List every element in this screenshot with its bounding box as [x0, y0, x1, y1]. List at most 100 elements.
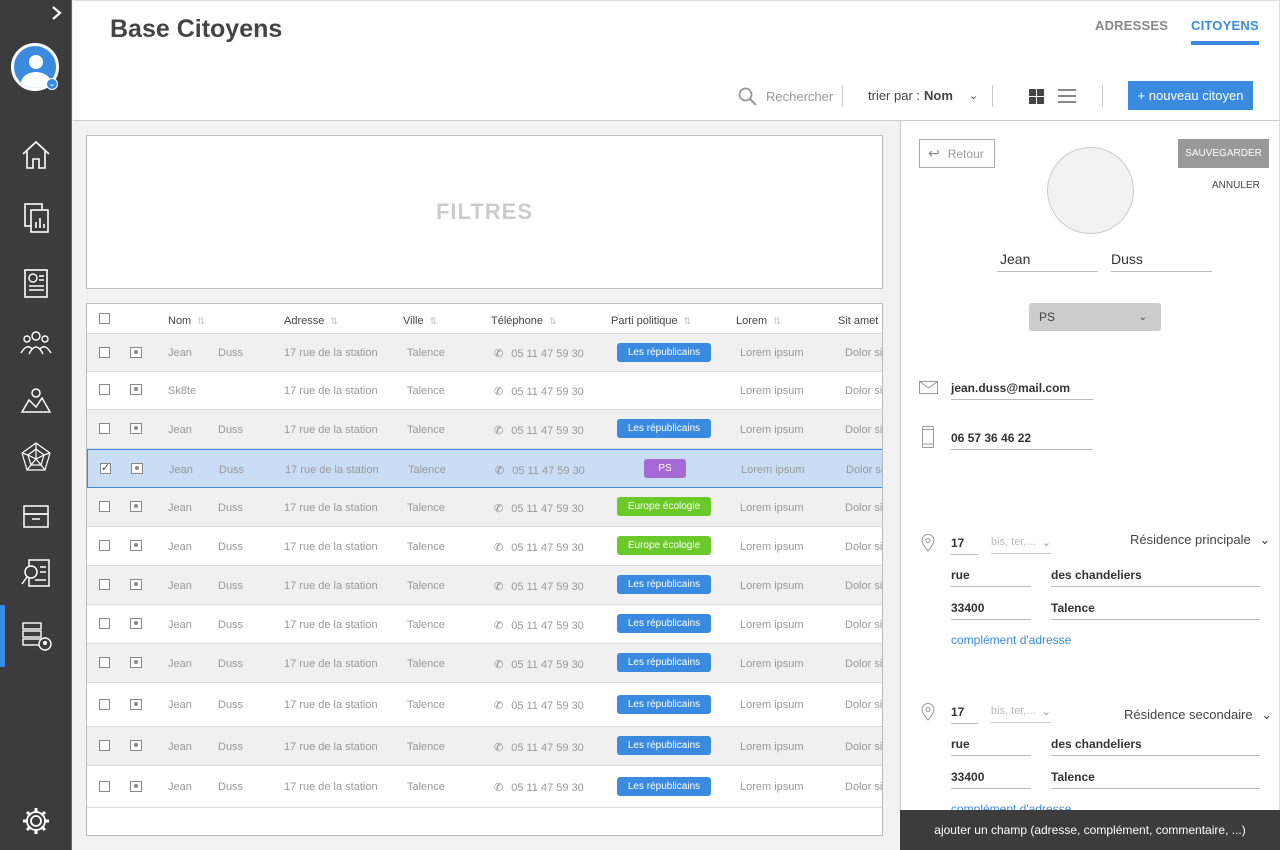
- address-suffix-select[interactable]: bis, ter,... ⌄: [991, 705, 1051, 723]
- select-all-checkbox[interactable]: [99, 313, 110, 324]
- table-row[interactable]: Jean Duss 17 rue de la station Talence ✆05 1…: [87, 683, 882, 727]
- document-chart-icon[interactable]: [0, 258, 71, 308]
- row-checkbox[interactable]: [99, 579, 110, 590]
- search-document-icon[interactable]: [0, 548, 71, 598]
- row-checkbox[interactable]: [99, 501, 110, 512]
- contact-card-icon[interactable]: [130, 740, 142, 751]
- cell-phone[interactable]: ✆ 05 11 47 59 30: [494, 699, 584, 712]
- first-name-field[interactable]: Jean: [997, 251, 1098, 272]
- contact-card-icon[interactable]: [130, 698, 142, 710]
- table-row[interactable]: Jean Duss 17 rue de la station Talence ✆05 1…: [87, 727, 882, 766]
- city-field[interactable]: Talence: [1051, 601, 1260, 620]
- last-name-field[interactable]: Duss: [1111, 251, 1212, 272]
- cell-phone[interactable]: ✆ 05 11 47 59 30: [495, 464, 585, 477]
- tab-citoyens[interactable]: CITOYENS: [1191, 18, 1259, 45]
- list-view-icon[interactable]: [1058, 89, 1076, 104]
- back-button[interactable]: ↩ Retour: [919, 139, 995, 168]
- city-field[interactable]: Talence: [1051, 770, 1260, 789]
- citizens-database-icon[interactable]: [0, 605, 71, 667]
- cell-phone[interactable]: ✆ 05 11 47 59 30: [494, 347, 584, 360]
- reports-icon[interactable]: [0, 192, 71, 242]
- map-icon[interactable]: [0, 375, 71, 425]
- expand-sidebar-icon[interactable]: [50, 5, 66, 25]
- table-row[interactable]: Jean Duss 17 rue de la station Talence ✆05 1…: [87, 566, 882, 605]
- search-input[interactable]: Rechercher: [738, 87, 833, 106]
- contact-card-icon[interactable]: [130, 501, 142, 512]
- save-button[interactable]: SAUVEGARDER: [1178, 139, 1269, 168]
- column-header-lorem[interactable]: Lorem ⇅: [736, 315, 781, 327]
- cell-phone[interactable]: ✆ 05 11 47 59 30: [494, 541, 584, 554]
- table-row[interactable]: Jean Duss 17 rue de la station Talence ✆05 1…: [87, 766, 882, 808]
- archive-icon[interactable]: [0, 490, 71, 540]
- column-header-sit-amet[interactable]: Sit amet: [838, 315, 878, 327]
- add-field-button[interactable]: ajouter un champ (adresse, complément, c…: [900, 810, 1280, 850]
- contact-card-icon[interactable]: [130, 346, 142, 358]
- grid-view-icon[interactable]: [1029, 89, 1044, 104]
- row-checkbox[interactable]: [99, 384, 110, 395]
- contact-card-icon[interactable]: [130, 618, 142, 629]
- column-header-nom[interactable]: Nom ⇅: [168, 315, 205, 327]
- residence-type-select[interactable]: Résidence principale ⌄: [1130, 532, 1270, 548]
- cell-phone[interactable]: ✆ 05 11 47 59 30: [494, 502, 584, 515]
- email-field[interactable]: jean.duss@mail.com: [951, 381, 1093, 400]
- row-checkbox[interactable]: [99, 346, 110, 358]
- network-icon[interactable]: [0, 432, 71, 482]
- cancel-button[interactable]: ANNULER: [1212, 180, 1260, 191]
- table-row[interactable]: Jean Duss 17 rue de la station Talence ✆05 1…: [87, 605, 882, 644]
- row-checkbox[interactable]: [99, 618, 110, 629]
- table-row[interactable]: Sk8te 17 rue de la station Talence ✆ 05 11 4…: [87, 371, 882, 410]
- cell-phone[interactable]: ✆ 05 11 47 59 30: [494, 619, 584, 632]
- table-row[interactable]: Jean Duss 17 rue de la station Talence ✆05 1…: [87, 334, 882, 372]
- address-number-field[interactable]: 17: [951, 536, 978, 555]
- party-select[interactable]: PS ⌄: [1029, 303, 1161, 331]
- citizen-photo[interactable]: [1047, 147, 1134, 234]
- group-icon[interactable]: [0, 318, 71, 368]
- contact-card-icon[interactable]: [130, 579, 142, 590]
- cell-phone[interactable]: ✆ 05 11 47 59 30: [494, 580, 584, 593]
- address-number-field[interactable]: 17: [951, 705, 978, 724]
- residence-type-select[interactable]: Résidence secondaire ⌄: [1124, 707, 1272, 723]
- row-checkbox[interactable]: [99, 540, 110, 551]
- sort-dropdown[interactable]: trier par : Nom ⌄: [868, 88, 978, 103]
- contact-card-icon[interactable]: [131, 462, 143, 474]
- row-checkbox[interactable]: [99, 423, 110, 434]
- table-row[interactable]: Jean Duss 17 rue de la station Talence ✆05 1…: [87, 527, 882, 566]
- zip-code-field[interactable]: 33400: [951, 601, 1031, 620]
- street-type-field[interactable]: rue: [951, 737, 1031, 756]
- avatar-menu-icon[interactable]: ⌄: [46, 78, 58, 90]
- cell-phone[interactable]: ✆ 05 11 47 59 30: [494, 385, 584, 398]
- street-name-field[interactable]: des chandeliers: [1051, 737, 1260, 756]
- cell-phone[interactable]: ✆ 05 11 47 59 30: [494, 741, 584, 754]
- street-name-field[interactable]: des chandeliers: [1051, 568, 1260, 587]
- table-row[interactable]: Jean Duss 17 rue de la station Talence ✆05 1…: [87, 644, 882, 683]
- street-type-field[interactable]: rue: [951, 568, 1031, 587]
- contact-card-icon[interactable]: [130, 780, 142, 792]
- row-checkbox[interactable]: [99, 740, 110, 751]
- row-checkbox[interactable]: [99, 698, 110, 710]
- contact-card-icon[interactable]: [130, 540, 142, 551]
- phone-field[interactable]: 06 57 36 46 22: [951, 431, 1093, 450]
- table-row[interactable]: Jean Duss 17 rue de la station Talence ✆05 1…: [87, 410, 882, 449]
- contact-card-icon[interactable]: [130, 657, 142, 668]
- row-checkbox[interactable]: [99, 657, 110, 668]
- cell-phone[interactable]: ✆ 05 11 47 59 30: [494, 658, 584, 671]
- address-complement-link[interactable]: complément d'adresse: [951, 633, 1071, 647]
- filters-panel[interactable]: FILTRES: [86, 135, 883, 289]
- settings-gear-icon[interactable]: [0, 796, 71, 846]
- table-row[interactable]: Jean Duss 17 rue de la station Talence ✆05 1…: [87, 488, 882, 527]
- new-citizen-button[interactable]: + nouveau citoyen: [1128, 81, 1253, 110]
- tab-adresses[interactable]: ADRESSES: [1095, 18, 1168, 33]
- column-header-telephone[interactable]: Téléphone ⇅: [491, 315, 557, 327]
- contact-card-icon[interactable]: [130, 384, 142, 395]
- address-suffix-select[interactable]: bis, ter,... ⌄: [991, 536, 1051, 554]
- zip-code-field[interactable]: 33400: [951, 770, 1031, 789]
- table-row[interactable]: Jean Duss 17 rue de la station Talence ✆05 1…: [87, 449, 882, 488]
- column-header-ville[interactable]: Ville ⇅: [403, 315, 437, 327]
- row-checkbox[interactable]: [100, 461, 111, 474]
- home-icon[interactable]: [0, 130, 71, 180]
- column-header-adresse[interactable]: Adresse ⇅: [284, 315, 338, 327]
- cell-phone[interactable]: ✆ 05 11 47 59 30: [494, 781, 584, 794]
- row-checkbox[interactable]: [99, 780, 110, 792]
- cell-phone[interactable]: ✆ 05 11 47 59 30: [494, 424, 584, 437]
- column-header-parti[interactable]: Parti politique ⇅: [611, 315, 691, 327]
